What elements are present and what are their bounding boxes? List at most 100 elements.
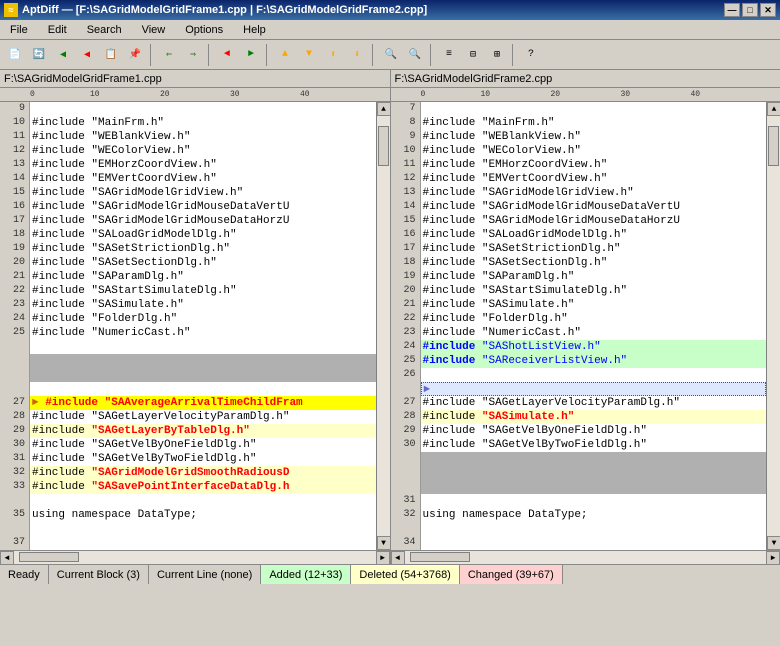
ruler-mark-0: 0 (30, 90, 35, 99)
right-pane: F:\SAGridModelGridFrame2.cpp 0 10 20 30 … (391, 70, 780, 564)
left-file-path: F:\SAGridModelGridFrame1.cpp (4, 73, 162, 85)
code-line (30, 522, 376, 536)
line-number: 21 (0, 270, 25, 284)
toolbar-find[interactable]: 🔍 (380, 44, 402, 66)
left-scroll-up[interactable]: ▲ (377, 102, 390, 116)
line-number: 21 (391, 298, 416, 312)
right-h-scroll-track[interactable] (405, 551, 767, 564)
toolbar-btn-paste[interactable]: 📌 (124, 44, 146, 66)
line-number (391, 382, 416, 396)
left-horiz-scroll[interactable]: ◄ ► (0, 550, 390, 564)
code-line (421, 536, 767, 550)
right-vert-scrollbar[interactable]: ▲ ▼ (766, 102, 780, 550)
status-deleted: Deleted (54+3768) (351, 565, 459, 584)
code-line: #include "SAGridModelGridMouseDataVertU (421, 200, 767, 214)
left-vert-scrollbar[interactable]: ▲ ▼ (376, 102, 390, 550)
line-number: 22 (0, 284, 25, 298)
line-number: 25 (391, 354, 416, 368)
menu-help[interactable]: Help (237, 22, 272, 38)
toolbar-btn-copy[interactable]: 📋 (100, 44, 122, 66)
line-number (0, 368, 25, 382)
line-number: 20 (0, 256, 25, 270)
line-number (391, 452, 416, 466)
left-code-area[interactable]: 9101112131415161718192021222324252728293… (0, 102, 390, 550)
left-scroll-dn[interactable]: ▼ (377, 536, 390, 550)
toolbar-nav-2[interactable]: ⇒ (182, 44, 204, 66)
line-number (0, 354, 25, 368)
left-scroll-track[interactable] (377, 116, 390, 536)
menu-edit[interactable]: Edit (42, 22, 73, 38)
toolbar-find-2[interactable]: 🔍 (404, 44, 426, 66)
right-h-scroll-right[interactable]: ► (766, 551, 780, 564)
line-number: 27 (391, 396, 416, 410)
menu-view[interactable]: View (136, 22, 172, 38)
code-line: #include "EMHorzCoordView.h" (30, 158, 376, 172)
ruler-mark-30: 30 (230, 90, 240, 99)
line-number: 35 (0, 508, 25, 522)
line-number: 12 (391, 172, 416, 186)
close-button[interactable]: ✕ (760, 3, 776, 17)
app-icon: ≈ (4, 3, 18, 17)
line-number: 31 (391, 494, 416, 508)
toolbar-view-1[interactable]: ≡ (438, 44, 460, 66)
toolbar-nav-up[interactable]: ▲ (274, 44, 296, 66)
right-scroll-dn[interactable]: ▼ (767, 536, 780, 550)
right-scroll-up[interactable]: ▲ (767, 102, 780, 116)
left-h-scroll-right[interactable]: ► (376, 551, 390, 564)
menu-file[interactable]: File (4, 22, 34, 38)
code-line: #include "FolderDlg.h" (421, 312, 767, 326)
code-line (421, 102, 767, 116)
right-h-scroll-thumb[interactable] (410, 552, 470, 562)
toolbar-view-2[interactable]: ⊟ (462, 44, 484, 66)
line-number: 9 (0, 102, 25, 116)
code-line (30, 102, 376, 116)
toolbar-sep-4 (372, 44, 376, 66)
right-horiz-scroll[interactable]: ◄ ► (391, 550, 780, 564)
line-number: 30 (391, 438, 416, 452)
ruler-mark-40: 40 (300, 90, 310, 99)
code-line: #include "SAGridModelGridSmoothRadiousD (30, 466, 376, 480)
code-line (30, 536, 376, 550)
line-number: 18 (0, 228, 25, 242)
toolbar-btn-redo[interactable]: ◀ (76, 44, 98, 66)
menu-options[interactable]: Options (179, 22, 229, 38)
right-code-lines: #include "MainFrm.h"#include "WEBlankVie… (421, 102, 767, 550)
toolbar-btn-1[interactable]: 📄 (4, 44, 26, 66)
line-number: 17 (391, 242, 416, 256)
minimize-button[interactable]: — (724, 3, 740, 17)
line-number: 13 (0, 158, 25, 172)
menu-search[interactable]: Search (81, 22, 128, 38)
maximize-button[interactable]: □ (742, 3, 758, 17)
toolbar-nav-3[interactable]: ◄ (216, 44, 238, 66)
right-scroll-track[interactable] (767, 116, 780, 536)
right-scroll-thumb[interactable] (768, 126, 779, 166)
code-line: #include "SASimulate.h" (30, 298, 376, 312)
left-code-lines: #include "MainFrm.h"#include "WEBlankVie… (30, 102, 376, 550)
right-ruler: 0 10 20 30 40 (391, 88, 780, 102)
left-h-scroll-left[interactable]: ◄ (0, 551, 14, 564)
right-h-scroll-left[interactable]: ◄ (391, 551, 405, 564)
right-code-area[interactable]: 7891011121314151617181920212223242526272… (391, 102, 780, 550)
toolbar-nav-5[interactable]: ⬆ (322, 44, 344, 66)
toolbar-btn-2[interactable]: 🔄 (28, 44, 50, 66)
toolbar-nav-6[interactable]: ⬇ (346, 44, 368, 66)
ruler-mark-r30: 30 (621, 90, 631, 99)
window-controls[interactable]: — □ ✕ (724, 3, 776, 17)
code-line: #include "WEBlankView.h" (421, 130, 767, 144)
toolbar-nav-4[interactable]: ► (240, 44, 262, 66)
line-number: 10 (391, 144, 416, 158)
toolbar-view-3[interactable]: ⊞ (486, 44, 508, 66)
code-line (30, 494, 376, 508)
toolbar-nav-dn[interactable]: ▼ (298, 44, 320, 66)
toolbar-btn-undo[interactable]: ◀ (52, 44, 74, 66)
code-line: #include "SAGetLayerVelocityParamDlg.h" (421, 396, 767, 410)
code-line: #include "WEColorView.h" (30, 144, 376, 158)
toolbar-help[interactable]: ? (520, 44, 542, 66)
left-h-scroll-thumb[interactable] (19, 552, 79, 562)
line-number: 11 (0, 130, 25, 144)
left-scroll-thumb[interactable] (378, 126, 389, 166)
code-line: using namespace DataType; (421, 508, 767, 522)
line-number: 14 (0, 172, 25, 186)
left-h-scroll-track[interactable] (14, 551, 376, 564)
toolbar-nav-1[interactable]: ⇐ (158, 44, 180, 66)
